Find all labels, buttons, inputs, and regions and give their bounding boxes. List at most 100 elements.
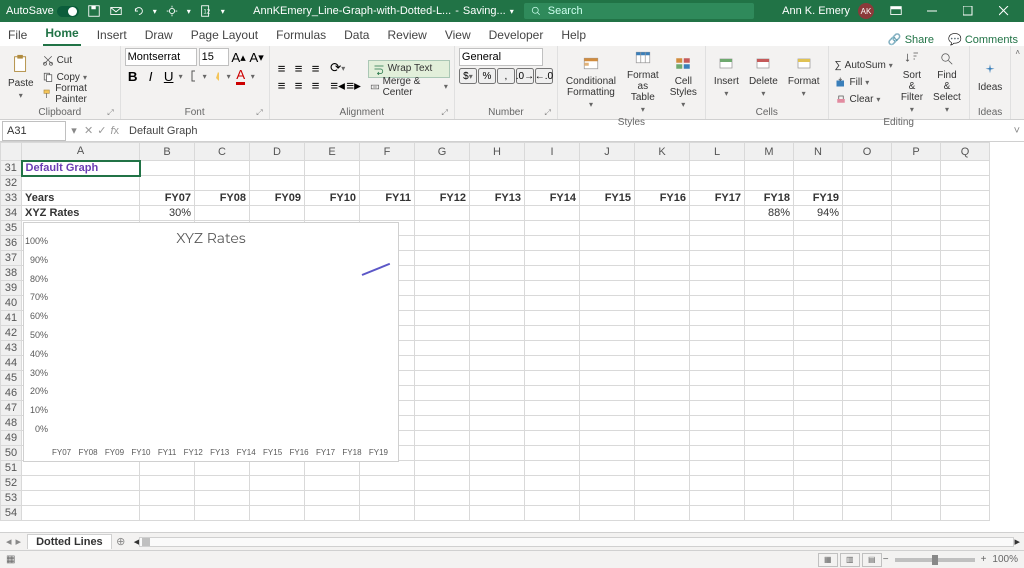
cell-I44[interactable] — [525, 356, 580, 371]
cell-K36[interactable] — [635, 236, 690, 251]
font-size-select[interactable] — [199, 48, 229, 66]
cell-O47[interactable] — [843, 401, 892, 416]
close-button[interactable] — [990, 0, 1018, 22]
cell-E53[interactable] — [305, 491, 360, 506]
cell-N35[interactable] — [794, 221, 843, 236]
cell-L45[interactable] — [690, 371, 745, 386]
cell-Q44[interactable] — [941, 356, 990, 371]
clear-button[interactable]: Clear▾ — [833, 91, 895, 107]
cell-M54[interactable] — [745, 506, 794, 521]
font-name-select[interactable] — [125, 48, 197, 66]
cell-O39[interactable] — [843, 281, 892, 296]
cell-J50[interactable] — [580, 446, 635, 461]
row-header-38[interactable]: 38 — [1, 266, 22, 281]
cell-L42[interactable] — [690, 326, 745, 341]
cell-L31[interactable] — [690, 161, 745, 176]
cell-H35[interactable] — [470, 221, 525, 236]
cell-J37[interactable] — [580, 251, 635, 266]
cell-N31[interactable] — [794, 161, 843, 176]
cell-I51[interactable] — [525, 461, 580, 476]
cell-Q32[interactable] — [941, 176, 990, 191]
cell-D53[interactable] — [250, 491, 305, 506]
cell-G54[interactable] — [415, 506, 470, 521]
cell-K46[interactable] — [635, 386, 690, 401]
fx-icon[interactable]: fx — [110, 125, 119, 137]
cell-P54[interactable] — [892, 506, 941, 521]
cell-Q39[interactable] — [941, 281, 990, 296]
row-header-45[interactable]: 45 — [1, 371, 22, 386]
cell-E52[interactable] — [305, 476, 360, 491]
touch-mode-icon[interactable] — [165, 4, 179, 18]
cell-G34[interactable] — [415, 206, 470, 221]
decrease-font-button[interactable]: A▾ — [249, 49, 265, 65]
cell-O34[interactable] — [843, 206, 892, 221]
cell-L40[interactable] — [690, 296, 745, 311]
cell-K31[interactable] — [635, 161, 690, 176]
cell-N50[interactable] — [794, 446, 843, 461]
cell-M44[interactable] — [745, 356, 794, 371]
autosave-toggle[interactable]: AutoSave — [6, 5, 79, 17]
cell-O31[interactable] — [843, 161, 892, 176]
cell-A52[interactable] — [22, 476, 140, 491]
cell-P34[interactable] — [892, 206, 941, 221]
paste-values-icon[interactable]: 12 — [199, 4, 213, 18]
row-header-40[interactable]: 40 — [1, 296, 22, 311]
cell-K50[interactable] — [635, 446, 690, 461]
cell-P46[interactable] — [892, 386, 941, 401]
col-header-N[interactable]: N — [794, 143, 843, 161]
cell-L34[interactable] — [690, 206, 745, 221]
cell-H44[interactable] — [470, 356, 525, 371]
cell-C53[interactable] — [195, 491, 250, 506]
col-header-B[interactable]: B — [140, 143, 195, 161]
comma-format[interactable]: , — [497, 68, 515, 84]
cell-D31[interactable] — [250, 161, 305, 176]
cell-E32[interactable] — [305, 176, 360, 191]
cell-M45[interactable] — [745, 371, 794, 386]
cell-M52[interactable] — [745, 476, 794, 491]
share-button[interactable]: 🔗 Share — [888, 33, 934, 46]
maximize-button[interactable] — [954, 0, 982, 22]
cell-E33[interactable]: FY10 — [305, 191, 360, 206]
page-break-view-button[interactable]: ▤ — [862, 553, 882, 567]
cell-K41[interactable] — [635, 311, 690, 326]
cell-C52[interactable] — [195, 476, 250, 491]
prev-sheet[interactable]: ◂ — [6, 535, 12, 548]
cell-N40[interactable] — [794, 296, 843, 311]
cell-I53[interactable] — [525, 491, 580, 506]
cell-O51[interactable] — [843, 461, 892, 476]
cell-G41[interactable] — [415, 311, 470, 326]
align-left[interactable]: ≡ — [274, 78, 290, 94]
cell-C54[interactable] — [195, 506, 250, 521]
cell-I40[interactable] — [525, 296, 580, 311]
cell-B31[interactable] — [140, 161, 195, 176]
cell-P49[interactable] — [892, 431, 941, 446]
col-header-M[interactable]: M — [745, 143, 794, 161]
row-header-52[interactable]: 52 — [1, 476, 22, 491]
cell-L32[interactable] — [690, 176, 745, 191]
col-header-D[interactable]: D — [250, 143, 305, 161]
cell-P44[interactable] — [892, 356, 941, 371]
col-header-F[interactable]: F — [360, 143, 415, 161]
row-header-31[interactable]: 31 — [1, 161, 22, 176]
percent-format[interactable]: % — [478, 68, 496, 84]
cell-H36[interactable] — [470, 236, 525, 251]
cell-L39[interactable] — [690, 281, 745, 296]
embedded-chart[interactable]: XYZ Rates 0%10%20%30%40%50%60%70%80%90%1… — [23, 222, 399, 462]
cell-J54[interactable] — [580, 506, 635, 521]
cell-G37[interactable] — [415, 251, 470, 266]
cell-J53[interactable] — [580, 491, 635, 506]
enter-formula[interactable]: ✓ — [97, 124, 106, 137]
cell-H34[interactable] — [470, 206, 525, 221]
cell-H31[interactable] — [470, 161, 525, 176]
cell-M41[interactable] — [745, 311, 794, 326]
cell-H49[interactable] — [470, 431, 525, 446]
cell-N46[interactable] — [794, 386, 843, 401]
cell-N52[interactable] — [794, 476, 843, 491]
borders-button[interactable] — [185, 68, 201, 84]
cell-H41[interactable] — [470, 311, 525, 326]
col-header-H[interactable]: H — [470, 143, 525, 161]
comments-button[interactable]: 💬 Comments — [948, 33, 1018, 46]
cell-D33[interactable]: FY09 — [250, 191, 305, 206]
cell-P33[interactable] — [892, 191, 941, 206]
cell-N47[interactable] — [794, 401, 843, 416]
